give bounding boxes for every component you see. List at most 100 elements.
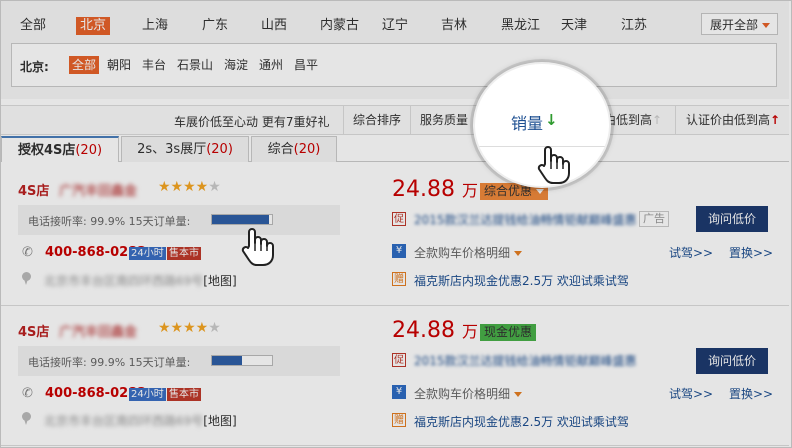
test-drive-link[interactable]: 试驾>> [669,385,713,402]
yen-icon: ¥ [392,244,406,258]
city-filter-box: 北京: 全部 朝阳 丰台 石景山 海淀 通州 昌平 [11,43,777,87]
trade-in-link[interactable]: 置换>> [729,244,773,261]
city-haidian[interactable]: 海淀 [224,56,248,74]
listing-divider [1,305,789,306]
arrow-up-icon: ↑ [769,113,781,127]
stats-text: 电话接听率: 99.9% 15天订单量: [28,215,191,228]
price-detail-label: 全款购车价格明细 [414,246,511,260]
province-tianjin[interactable]: 天津 [561,17,587,35]
city-changping[interactable]: 昌平 [294,56,318,74]
order-volume-fill [212,215,269,224]
price: 24.88 万 [392,318,478,343]
ad-label: 广告 [639,211,669,227]
phone-icon: ✆ [22,386,33,401]
province-beijing[interactable]: 北京 [76,17,111,35]
promo-line[interactable]: 2015款汉兰达提钱给油畅情钜献巅峰盛惠 [414,211,637,228]
location-icon [22,412,31,425]
province-shanghai[interactable]: 上海 [142,17,168,35]
city-shijingshan[interactable]: 石景山 [177,56,213,74]
price-detail-label: 全款购车价格明细 [414,387,511,401]
province-jilin[interactable]: 吉林 [441,17,467,35]
gift-line[interactable]: 福克斯店内现金优惠2.5万 欢迎试乘试驾 [414,272,629,289]
price-value: 24.88 [392,318,455,343]
promo-line[interactable]: 2015款汉兰达提钱给油畅情钜献巅峰盛惠 [414,352,637,369]
order-volume-bar [211,214,273,225]
price-value: 24.88 [392,177,455,202]
address-text: 北京市丰台区南四环西路69号 [44,274,204,288]
map-link[interactable]: [地图] [203,414,236,428]
spotlight-sales-label: 销量 [511,114,544,133]
tag-local-sale: 售本市 [167,388,201,401]
city-chaoyang[interactable]: 朝阳 [107,56,131,74]
address: 北京市丰台区南四环西路69号[地图] [44,412,237,429]
province-jiangsu[interactable]: 江苏 [621,17,647,35]
stats-text: 电话接听率: 99.9% 15天订单量: [28,356,191,369]
sort-tab-certified-price[interactable]: 认证价由低到高↑ [675,106,790,134]
tab-label: 授权4S店 [17,143,76,158]
gift-line[interactable]: 福克斯店内现金优惠2.5万 欢迎试乘试驾 [414,413,629,430]
tab-count: (20) [206,142,233,157]
tabs-baseline [1,161,789,162]
tab-authorized-4s[interactable]: 授权4S店(20) [1,136,119,162]
inquiry-button[interactable]: 询问低价 [696,348,768,374]
province-shanxi[interactable]: 山西 [261,17,287,35]
city-tongzhou[interactable]: 通州 [259,56,283,74]
order-volume-fill [212,356,242,365]
chevron-down-icon [514,392,523,397]
city-filter-label: 北京: [20,60,49,74]
province-guangdong[interactable]: 广东 [202,17,228,35]
tab-count: (20) [293,142,321,157]
map-link[interactable]: [地图] [203,274,236,288]
city-all[interactable]: 全部 [69,56,100,74]
province-liaoning[interactable]: 辽宁 [382,17,408,35]
trade-in-link[interactable]: 置换>> [729,385,773,402]
tab-showroom[interactable]: 2s、3s展厅(20) [121,136,249,162]
rating-stars: ★★★★★ [158,179,221,195]
tab-count: (20) [75,143,103,158]
expand-all-button[interactable]: 展开全部 [701,13,778,35]
province-all[interactable]: 全部 [20,17,46,35]
chevron-down-icon [762,23,770,28]
test-drive-link[interactable]: 试驾>> [669,244,713,261]
dealer-name[interactable]: 广汽丰田鑫金 [59,321,137,340]
inquiry-button[interactable]: 询问低价 [696,206,768,232]
listing-divider [1,445,789,446]
stats-box: 电话接听率: 99.9% 15天订单量: [18,205,340,235]
yen-icon: ¥ [392,385,406,399]
location-icon [22,272,31,285]
price: 24.88 万 [392,177,478,202]
chevron-down-icon [536,189,545,194]
gift-icon: 赠 [392,413,406,427]
hand-cursor-icon [241,228,274,266]
promo-line-text: 2015款汉兰达提钱给油畅情钜献巅峰盛惠 [414,213,637,227]
promo-icon: 促 [392,212,406,226]
arrow-up-icon: ↑ [651,113,663,127]
tab-combined[interactable]: 综合(20) [251,136,337,162]
address: 北京市丰台区南四环西路69号[地图] [44,272,237,289]
type-badge: 4S店 [18,184,50,199]
price-unit: 万 [461,181,478,200]
tag-24h: 24小时 [129,247,166,260]
expand-all-label: 展开全部 [710,18,759,32]
discount-tag: 现金优惠 [480,324,537,341]
price-unit: 万 [461,322,478,341]
city-fengtai[interactable]: 丰台 [142,56,166,74]
province-neimenggu[interactable]: 内蒙古 [320,17,359,35]
phone-icon: ✆ [22,245,33,260]
promo-line-text: 2015款汉兰达提钱给油畅情钜献巅峰盛惠 [414,354,637,368]
sort-tab-overall[interactable]: 综合排序 [343,106,410,134]
stats-box: 电话接听率: 99.9% 15天订单量: [18,346,340,376]
sort-tab-label: 综合排序 [352,113,401,127]
dealer-name[interactable]: 广汽丰田鑫金 [59,180,137,199]
price-detail-dropdown[interactable]: 全款购车价格明细 [414,244,523,261]
promo-text[interactable]: 车展价低至心动 更有7重好礼 [174,113,329,130]
tab-label: 2s、3s展厅 [137,142,207,157]
rating-stars: ★★★★★ [158,320,221,336]
tag-24h: 24小时 [129,388,166,401]
chevron-down-icon [514,251,523,256]
sort-tab-service[interactable]: 服务质量 [410,106,477,134]
price-detail-dropdown[interactable]: 全款购车价格明细 [414,385,523,402]
type-badge: 4S店 [18,325,50,340]
address-text: 北京市丰台区南四环西路69号 [44,414,204,428]
province-heilongjiang[interactable]: 黑龙江 [501,17,540,35]
